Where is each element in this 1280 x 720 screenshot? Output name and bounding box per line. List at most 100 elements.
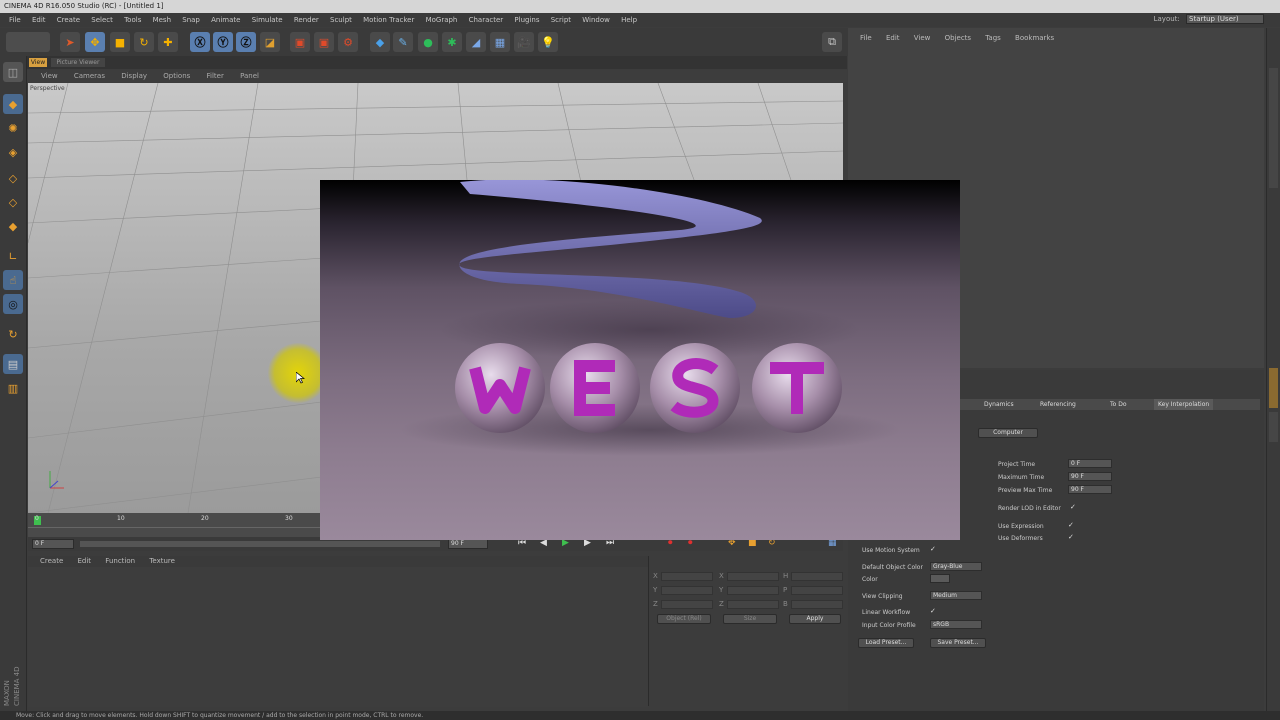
- material-menu-function[interactable]: Function: [105, 557, 135, 565]
- render-settings-icon[interactable]: ⚙: [338, 32, 358, 52]
- menu-item-edit[interactable]: Edit: [32, 16, 46, 24]
- menu-item-motion-tracker[interactable]: Motion Tracker: [363, 16, 414, 24]
- layout-toggle-icon[interactable]: ⧉: [822, 32, 842, 52]
- rotate-icon[interactable]: ↻: [134, 32, 154, 52]
- project-settings-dropdown[interactable]: Computer: [978, 428, 1038, 438]
- object-menu-file[interactable]: File: [860, 34, 872, 42]
- x-axis-lock-icon[interactable]: Ⓧ: [190, 32, 210, 52]
- viewport-menu-filter[interactable]: Filter: [207, 72, 224, 80]
- undo-redo-icon[interactable]: [6, 32, 50, 52]
- menu-item-select[interactable]: Select: [91, 16, 113, 24]
- solo-icon[interactable]: ▥: [3, 378, 23, 398]
- maximum-time-field[interactable]: 90 F: [1068, 472, 1112, 481]
- viewport-menu-panel[interactable]: Panel: [240, 72, 259, 80]
- menu-item-render[interactable]: Render: [294, 16, 319, 24]
- tab-to-do[interactable]: To Do: [1110, 399, 1127, 410]
- scale-icon[interactable]: ■: [110, 32, 130, 52]
- workplane-lock-icon[interactable]: ▤: [3, 354, 23, 374]
- load-preset-button[interactable]: Load Preset...: [858, 638, 914, 648]
- size-y-field[interactable]: [727, 586, 779, 595]
- coordinate-mode-dropdown[interactable]: Object (Rel): [657, 614, 711, 624]
- preview-max-time-field[interactable]: 90 F: [1068, 485, 1112, 494]
- nurbs-icon[interactable]: ●: [418, 32, 438, 52]
- position-z-field[interactable]: [661, 600, 713, 609]
- tab-picture-viewer[interactable]: Picture Viewer: [51, 58, 105, 67]
- menu-item-create[interactable]: Create: [57, 16, 80, 24]
- material-menu-create[interactable]: Create: [40, 557, 63, 565]
- cube-icon[interactable]: ◆: [370, 32, 390, 52]
- material-manager-area[interactable]: [28, 567, 648, 707]
- render-lod-checkbox[interactable]: ✓: [1070, 503, 1076, 511]
- points-mode-icon[interactable]: ◇: [3, 168, 23, 188]
- array-icon[interactable]: ✱: [442, 32, 462, 52]
- default-object-color-dropdown[interactable]: Gray-Blue: [930, 562, 982, 571]
- texture-mode-icon[interactable]: ✺: [3, 118, 23, 138]
- linear-workflow-checkbox[interactable]: ✓: [930, 607, 936, 615]
- viewport-menu-cameras[interactable]: Cameras: [74, 72, 105, 80]
- tab-dynamics[interactable]: Dynamics: [984, 399, 1014, 410]
- animation-mode-icon[interactable]: ↻: [3, 324, 23, 344]
- model-mode-icon[interactable]: ◆: [3, 94, 23, 114]
- object-menu-objects[interactable]: Objects: [945, 34, 971, 42]
- spline-pen-icon[interactable]: ✎: [393, 32, 413, 52]
- menu-item-window[interactable]: Window: [582, 16, 610, 24]
- y-axis-lock-icon[interactable]: Ⓨ: [213, 32, 233, 52]
- use-motion-system-checkbox[interactable]: ✓: [930, 545, 936, 553]
- coordinate-system-icon[interactable]: ◪: [260, 32, 280, 52]
- move-icon[interactable]: ✥: [85, 32, 105, 52]
- use-deformers-checkbox[interactable]: ✓: [1068, 533, 1074, 541]
- render-picture-viewer-icon[interactable]: ▣: [314, 32, 334, 52]
- render-view-icon[interactable]: ▣: [290, 32, 310, 52]
- input-color-profile-dropdown[interactable]: sRGB: [930, 620, 982, 629]
- menu-item-simulate[interactable]: Simulate: [252, 16, 283, 24]
- object-menu-bookmarks[interactable]: Bookmarks: [1015, 34, 1054, 42]
- apply-button[interactable]: Apply: [789, 614, 841, 624]
- workplane-icon[interactable]: ◈: [3, 142, 23, 162]
- edges-mode-icon[interactable]: ◇: [3, 192, 23, 212]
- camera-icon[interactable]: 🎥: [514, 32, 534, 52]
- viewport-menu-view[interactable]: View: [41, 72, 58, 80]
- material-menu-texture[interactable]: Texture: [149, 557, 175, 565]
- frame-range-slider[interactable]: [80, 541, 440, 547]
- floor-icon[interactable]: ▦: [490, 32, 510, 52]
- light-icon[interactable]: 💡: [538, 32, 558, 52]
- menu-item-snap[interactable]: Snap: [182, 16, 200, 24]
- menu-item-plugins[interactable]: Plugins: [514, 16, 539, 24]
- object-menu-tags[interactable]: Tags: [985, 34, 1001, 42]
- menu-item-animate[interactable]: Animate: [211, 16, 240, 24]
- layout-dropdown[interactable]: Startup (User): [1186, 14, 1264, 24]
- object-menu-edit[interactable]: Edit: [886, 34, 900, 42]
- use-expression-checkbox[interactable]: ✓: [1068, 521, 1074, 529]
- end-frame-field[interactable]: 90 F: [448, 539, 488, 549]
- side-tab-objects[interactable]: [1269, 68, 1278, 188]
- menu-item-script[interactable]: Script: [551, 16, 571, 24]
- tab-referencing[interactable]: Referencing: [1040, 399, 1076, 410]
- menu-item-file[interactable]: File: [9, 16, 21, 24]
- recent-tools-icon[interactable]: ✚: [158, 32, 178, 52]
- color-swatch[interactable]: [930, 574, 950, 583]
- tweak-mode-icon[interactable]: ☝: [3, 270, 23, 290]
- save-preset-button[interactable]: Save Preset...: [930, 638, 986, 648]
- position-y-field[interactable]: [661, 586, 713, 595]
- view-clipping-dropdown[interactable]: Medium: [930, 591, 982, 600]
- rotation-h-field[interactable]: [791, 572, 843, 581]
- menu-item-character[interactable]: Character: [469, 16, 504, 24]
- current-frame-field[interactable]: 0 F: [32, 539, 74, 549]
- project-time-field[interactable]: 0 F: [1068, 459, 1112, 468]
- object-menu-view[interactable]: View: [914, 34, 931, 42]
- position-x-field[interactable]: [661, 572, 713, 581]
- size-mode-dropdown[interactable]: Size: [723, 614, 777, 624]
- make-editable-icon[interactable]: ◫: [3, 62, 23, 82]
- menu-item-tools[interactable]: Tools: [124, 16, 141, 24]
- menu-item-sculpt[interactable]: Sculpt: [330, 16, 352, 24]
- menu-item-mesh[interactable]: Mesh: [153, 16, 171, 24]
- live-selection-icon[interactable]: ➤: [60, 32, 80, 52]
- tab-view[interactable]: View: [29, 58, 47, 67]
- rotation-b-field[interactable]: [791, 600, 843, 609]
- deformer-icon[interactable]: ◢: [466, 32, 486, 52]
- menu-item-help[interactable]: Help: [621, 16, 637, 24]
- side-tab-attributes[interactable]: [1269, 368, 1278, 408]
- rotation-p-field[interactable]: [791, 586, 843, 595]
- menu-item-mograph[interactable]: MoGraph: [426, 16, 458, 24]
- snap-icon[interactable]: ◎: [3, 294, 23, 314]
